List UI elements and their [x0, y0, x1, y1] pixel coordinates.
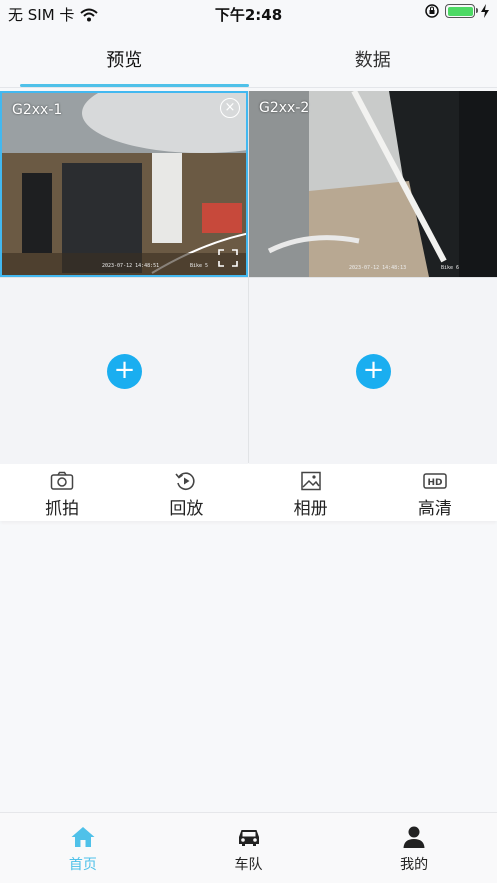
fullscreen-icon[interactable] — [218, 249, 238, 267]
video-cell-2[interactable]: G2xx-2 2023-07-12 14:48:13 Bike 6 — [249, 91, 497, 277]
empty-slot-3: + — [0, 278, 248, 464]
tab-preview[interactable]: 预览 — [0, 26, 249, 87]
home-icon — [71, 827, 95, 847]
replay-icon — [175, 472, 195, 490]
video-overlay-1: Bike 5 — [189, 263, 208, 269]
album-icon — [300, 471, 321, 491]
snapshot-label: 抓拍 — [45, 499, 80, 519]
video-toolbar: 抓拍 回放 相册 HD 高清 — [0, 464, 497, 521]
charging-icon — [481, 4, 489, 18]
tab-home-label: 首页 — [68, 857, 97, 873]
car-icon — [238, 830, 259, 846]
person-icon — [403, 826, 425, 848]
status-time: 下午2:48 — [214, 6, 283, 24]
tab-home[interactable]: 首页 — [0, 813, 166, 883]
replay-label: 回放 — [169, 499, 204, 519]
video-timestamp-2: 2023-07-12 14:48:13 — [349, 265, 407, 271]
svg-text:HD: HD — [427, 478, 442, 488]
status-right — [425, 4, 489, 18]
video-label-1: G2xx-1 — [12, 102, 63, 118]
close-icon[interactable]: × — [220, 98, 240, 118]
video-label-2: G2xx-2 — [259, 100, 310, 116]
snapshot-button[interactable]: 抓拍 — [0, 464, 124, 521]
status-bar: 无 SIM 卡 下午2:48 — [0, 0, 497, 26]
active-tab-indicator — [20, 84, 249, 87]
album-button[interactable]: 相册 — [249, 464, 373, 521]
tab-data[interactable]: 数据 — [249, 26, 497, 87]
tab-mine-label: 我的 — [400, 857, 429, 873]
hd-icon: HD — [423, 473, 447, 489]
replay-button[interactable]: 回放 — [124, 464, 248, 521]
video-cell-1[interactable]: G2xx-1 × 2023-07-12 14:48:51 Bike 5 — [0, 91, 248, 277]
add-video-button-4[interactable]: + — [356, 354, 391, 389]
add-video-button-3[interactable]: + — [107, 354, 142, 389]
hd-button[interactable]: HD 高清 — [373, 464, 497, 521]
video-grid: G2xx-1 × 2023-07-12 14:48:51 Bike 5 G2xx… — [0, 91, 497, 464]
battery-icon — [445, 4, 478, 18]
video-overlay-2: Bike 6 — [440, 265, 459, 271]
tab-mine[interactable]: 我的 — [331, 813, 497, 883]
tab-fleet[interactable]: 车队 — [166, 813, 332, 883]
top-tab-bar: 预览 数据 — [0, 26, 497, 88]
bottom-tab-bar: 首页 车队 我的 — [0, 812, 497, 883]
tab-preview-label: 预览 — [106, 50, 143, 71]
empty-slot-4: + — [249, 278, 497, 464]
tab-fleet-label: 车队 — [234, 857, 263, 873]
orientation-lock-icon — [425, 4, 439, 18]
hd-label: 高清 — [417, 499, 452, 519]
album-label: 相册 — [293, 499, 328, 519]
video-feed-1 — [2, 93, 246, 275]
video-feed-2 — [249, 91, 497, 277]
tab-data-label: 数据 — [354, 50, 391, 71]
camera-icon — [50, 471, 74, 490]
video-timestamp-1: 2023-07-12 14:48:51 — [102, 263, 160, 269]
